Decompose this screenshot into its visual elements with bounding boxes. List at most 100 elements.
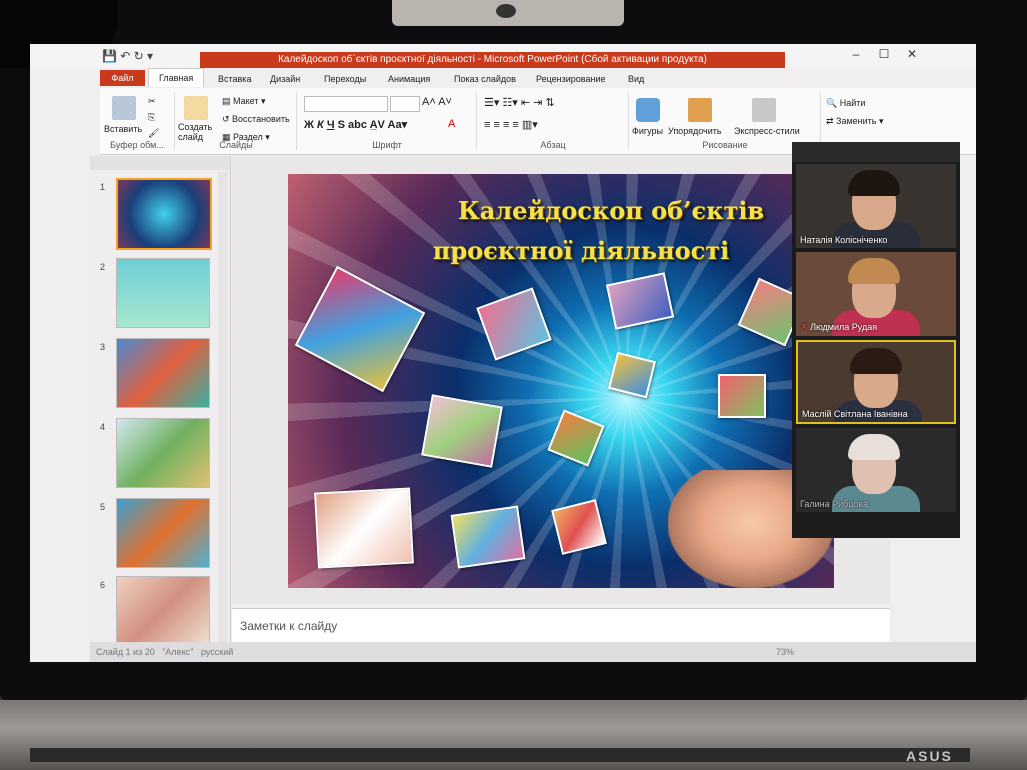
clipboard-group-label: Буфер обм...	[110, 140, 164, 150]
font-group-label: Шрифт	[372, 140, 402, 150]
slides-group-label: Слайды	[219, 140, 253, 150]
font-style-buttons[interactable]: Ж К Ч S abc A̲V Aa▾	[304, 118, 407, 131]
clipboard-group: Вставить ✂ ⎘ 🖌 Буфер обм...	[100, 92, 175, 150]
participant-name: Наталія Колісніченко	[800, 235, 888, 245]
slide-thumbnail-image	[116, 498, 210, 568]
slide-title-line2[interactable]: проєктної діяльності	[288, 236, 834, 265]
participant-name-text: Людмила Рудая	[810, 322, 878, 332]
paste-icon[interactable]	[112, 96, 136, 120]
craft-photo	[450, 505, 526, 569]
slide-number: 5	[100, 502, 106, 512]
participant-hair	[848, 170, 900, 196]
align-buttons[interactable]: ≡ ≡ ≡ ≡ ▥▾	[484, 118, 538, 131]
participant-name: Маслій Світлана Іванівна	[802, 409, 908, 419]
arrange-button[interactable]: Упорядочить	[668, 126, 722, 136]
video-call-panel: Наталія Колісніченко ✗ Людмила Рудая Мас…	[792, 142, 960, 538]
find-button[interactable]: 🔍 Найти	[826, 98, 865, 109]
participant-name: ✗ Людмила Рудая	[800, 322, 877, 333]
slide-thumbnail-image	[116, 338, 210, 408]
participant-tile[interactable]: ✗ Людмила Рудая	[796, 252, 956, 336]
status-bar: Слайд 1 из 20 "Алекс" русский 73%	[90, 642, 976, 662]
shapes-button[interactable]: Фигуры	[632, 126, 663, 136]
replace-button[interactable]: ⇄ Заменить ▾	[826, 116, 884, 127]
quick-access-toolbar[interactable]: 💾 ↶ ↻ ▾	[102, 49, 153, 63]
craft-photo	[718, 374, 766, 418]
grow-font-icon[interactable]: A˄ A˅	[422, 96, 452, 108]
slides-group: Создать слайд ▤ Макет ▾ ↺ Восстановить ▦…	[176, 92, 297, 150]
notes-placeholder: Заметки к слайду	[240, 619, 338, 633]
participant-name: Галина Рибцова	[800, 499, 869, 509]
font-size-select[interactable]	[390, 96, 420, 112]
webcam-cover	[392, 0, 624, 26]
tab-file[interactable]: Файл	[100, 70, 145, 86]
close-icon[interactable]: ✕	[898, 47, 926, 61]
participant-hair	[850, 348, 902, 374]
new-slide-button[interactable]: Создать слайд	[178, 122, 218, 142]
tab-view[interactable]: Вид	[628, 74, 644, 84]
laptop-screen: 💾 ↶ ↻ ▾ Калейдоскоп об`єктів проєктної д…	[30, 44, 976, 662]
format-painter-icon[interactable]: 🖌	[148, 128, 159, 139]
window-title: Калейдоскоп об`єктів проєктної діяльност…	[200, 52, 785, 68]
reset-button[interactable]: ↺ Восстановить	[222, 114, 290, 125]
slide-number: 4	[100, 422, 106, 432]
ribbon-tabs: Файл Главная Вставка Дизайн Переходы Ани…	[100, 68, 976, 88]
slide-number: 1	[100, 182, 106, 192]
status-info: Слайд 1 из 20 "Алекс" русский	[96, 647, 233, 657]
slide-thumbnail-image	[116, 418, 210, 488]
slide-number: 2	[100, 262, 106, 272]
participant-hair	[848, 258, 900, 284]
language: русский	[200, 647, 234, 657]
slide-title-line1[interactable]: Калейдоскоп об’єктів	[288, 196, 834, 225]
laptop-brand-logo: ASUS	[906, 748, 953, 764]
paste-button[interactable]: Вставить	[104, 124, 142, 134]
slide-thumbnail-image	[116, 178, 212, 250]
tab-home[interactable]: Главная	[148, 68, 205, 87]
font-name-select[interactable]	[304, 96, 388, 112]
quick-styles-icon[interactable]	[752, 98, 776, 122]
find-label: Найти	[839, 98, 866, 108]
font-color-icon[interactable]: A	[448, 118, 455, 130]
paragraph-group: ☰▾ ☷▾ ⇤ ⇥ ⇅ ≡ ≡ ≡ ≡ ▥▾ Абзац	[478, 92, 629, 150]
function-key-row	[30, 748, 970, 762]
zoom-level[interactable]: 73%	[776, 647, 794, 657]
slide-thumbnail-panel: 1 2 3 4 5 6	[90, 156, 231, 646]
slide-notes-pane[interactable]: Заметки к слайду	[232, 608, 890, 643]
current-slide[interactable]: Калейдоскоп об’єктів проєктної діяльност…	[288, 174, 834, 588]
participant-tile[interactable]: Наталія Колісніченко	[796, 164, 956, 248]
theme-name: "Алекс"	[162, 647, 194, 657]
replace-label: Заменить	[836, 116, 877, 126]
paragraph-group-label: Абзац	[540, 140, 566, 150]
tab-animation[interactable]: Анимация	[388, 74, 430, 84]
slide-thumbnail-image	[116, 576, 210, 646]
participant-tile-active-speaker[interactable]: Маслій Світлана Іванівна	[796, 340, 956, 424]
slide-thumbnail-image	[116, 258, 210, 328]
list-buttons[interactable]: ☰▾ ☷▾ ⇤ ⇥ ⇅	[484, 96, 555, 109]
quick-styles-button[interactable]: Экспресс-стили	[734, 126, 800, 136]
webcam-lens	[496, 4, 516, 18]
thumbnail-scrollbar[interactable]	[218, 172, 228, 642]
mic-muted-icon: ✗	[800, 322, 808, 332]
shapes-icon[interactable]	[636, 98, 660, 122]
tab-insert[interactable]: Вставка	[218, 74, 251, 84]
arrange-icon[interactable]	[688, 98, 712, 122]
layout-label: Макет	[233, 96, 259, 106]
slide-counter: Слайд 1 из 20	[96, 647, 155, 657]
tab-transitions[interactable]: Переходы	[324, 74, 366, 84]
font-group: A˄ A˅ Ж К Ч S abc A̲V Aa▾ A Шрифт	[298, 92, 477, 150]
tab-design[interactable]: Дизайн	[270, 74, 300, 84]
layout-button[interactable]: ▤ Макет ▾	[222, 96, 266, 107]
cut-icon[interactable]: ✂	[148, 96, 156, 107]
tab-review[interactable]: Рецензирование	[536, 74, 606, 84]
thumbnail-panel-header	[90, 156, 230, 170]
slide-number: 3	[100, 342, 106, 352]
copy-icon[interactable]: ⎘	[148, 112, 155, 123]
video-call-toolbar	[792, 142, 960, 162]
minimize-icon[interactable]: –	[842, 47, 870, 61]
new-slide-icon[interactable]	[184, 96, 208, 120]
maximize-icon[interactable]: ☐	[870, 47, 898, 61]
tab-slideshow[interactable]: Показ слайдов	[454, 74, 516, 84]
participant-hair	[848, 434, 900, 460]
slide-number: 6	[100, 580, 106, 590]
window-controls: – ☐ ✕	[842, 47, 926, 61]
participant-tile[interactable]: Галина Рибцова	[796, 428, 956, 512]
